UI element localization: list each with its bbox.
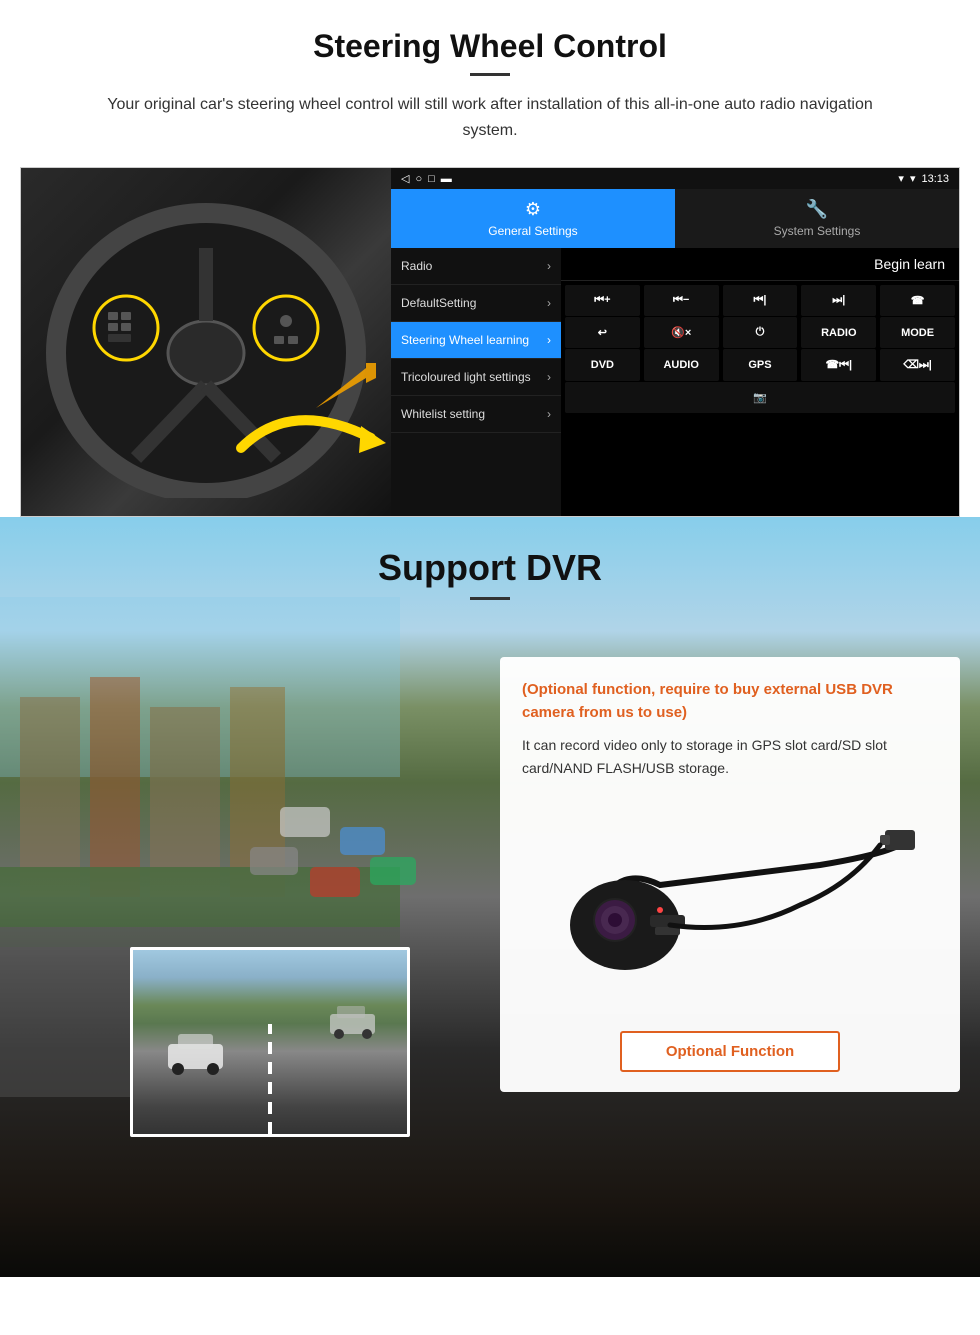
radio-button[interactable]: RADIO [801, 317, 876, 348]
settings-icon: ⚙ [525, 199, 541, 220]
control-button-grid: ⏮+ ⏮− ⏮| ⏭| ☎ ↩ 🔇× ⏻ RADIO MODE [561, 281, 959, 516]
status-time: 13:13 [921, 173, 949, 185]
menu-item-radio[interactable]: Radio › [391, 248, 561, 285]
ctrl-row-1: ⏮+ ⏮− ⏮| ⏭| ☎ [565, 285, 955, 316]
right-panel: Begin learn ⏮+ ⏮− ⏮| ⏭| ☎ ↩ 🔇× [561, 248, 959, 516]
audio-button[interactable]: AUDIO [644, 349, 719, 381]
tab-general-label: General Settings [488, 224, 577, 238]
menu-item-default-setting[interactable]: DefaultSetting › [391, 285, 561, 322]
android-ui: ◁ ○ □ ▬ ▾ ▾ 13:13 ⚙ General Settings 🔧 S… [391, 168, 959, 516]
vol-minus-button[interactable]: ⏮− [644, 285, 719, 316]
page-title: Steering Wheel Control [0, 0, 980, 73]
power-button[interactable]: ⏻ [723, 317, 798, 348]
menu-radio-label: Radio [401, 259, 432, 273]
dvr-inset-photo [130, 947, 410, 1137]
back-icon: ◁ [401, 172, 409, 185]
call-prev-button[interactable]: ☎⏮| [801, 349, 876, 381]
next-button[interactable]: ⏭| [801, 285, 876, 316]
tab-general-settings[interactable]: ⚙ General Settings [391, 189, 675, 248]
recents-icon: □ [428, 173, 435, 185]
signal-icon: ▾ [898, 172, 904, 185]
mute-button[interactable]: 🔇× [644, 317, 719, 348]
status-bar: ◁ ○ □ ▬ ▾ ▾ 13:13 [391, 168, 959, 189]
inset-car-svg [163, 1024, 243, 1084]
begin-learn-row: Begin learn [561, 248, 959, 281]
gps-button[interactable]: GPS [723, 349, 798, 381]
title-divider [470, 73, 510, 76]
dvr-title: Support DVR [0, 517, 980, 597]
back-call-button[interactable]: ↩ [565, 317, 640, 348]
steering-photo [21, 168, 391, 517]
chevron-right-icon: › [547, 296, 551, 310]
begin-learn-button[interactable]: Begin learn [874, 256, 945, 272]
menu-icon: ▬ [441, 173, 452, 185]
chevron-right-icon: › [547, 407, 551, 421]
system-icon: 🔧 [806, 199, 828, 220]
menu-whitelist-label: Whitelist setting [401, 407, 485, 421]
chevron-right-icon: › [547, 333, 551, 347]
camera-shortcut-button[interactable]: 📷 [565, 382, 955, 413]
home-icon: ○ [415, 173, 422, 185]
wifi-icon: ▾ [910, 172, 916, 185]
steering-demo: ◁ ○ □ ▬ ▾ ▾ 13:13 ⚙ General Settings 🔧 S… [20, 167, 960, 517]
ctrl-row-2: ↩ 🔇× ⏻ RADIO MODE [565, 317, 955, 348]
status-right: ▾ ▾ 13:13 [898, 172, 949, 185]
tab-system-label: System Settings [774, 224, 861, 238]
menu-steering-label: Steering Wheel learning [401, 333, 529, 347]
dvr-camera-image [522, 795, 938, 1015]
road-center-line [268, 1024, 272, 1134]
left-menu: Radio › DefaultSetting › Steering Wheel … [391, 248, 561, 516]
chevron-right-icon: › [547, 370, 551, 384]
menu-default-label: DefaultSetting [401, 296, 476, 310]
menu-item-tricoloured[interactable]: Tricoloured light settings › [391, 359, 561, 396]
dvr-optional-text: (Optional function, require to buy exter… [522, 679, 938, 724]
nav-icons: ◁ ○ □ ▬ [401, 172, 452, 185]
menu-item-whitelist[interactable]: Whitelist setting › [391, 396, 561, 433]
dvr-camera-svg [540, 805, 920, 1005]
inset-car2-svg [327, 999, 387, 1044]
tab-bar: ⚙ General Settings 🔧 System Settings [391, 189, 959, 248]
dvr-title-divider [470, 597, 510, 600]
dvr-info-card: (Optional function, require to buy exter… [500, 657, 960, 1092]
vol-plus-button[interactable]: ⏮+ [565, 285, 640, 316]
ctrl-row-3: DVD AUDIO GPS ☎⏮| ⌫⏭| [565, 349, 955, 381]
dvr-section: Support DVR (Optional function, require … [0, 517, 980, 1277]
optional-function-button[interactable]: Optional Function [620, 1031, 840, 1072]
del-next-button[interactable]: ⌫⏭| [880, 349, 955, 381]
dvr-description: It can record video only to storage in G… [522, 734, 938, 779]
arrow-icon [231, 388, 391, 488]
section-subtitle: Your original car's steering wheel contr… [80, 92, 900, 143]
ctrl-row-4: 📷 [565, 382, 955, 413]
dvd-button[interactable]: DVD [565, 349, 640, 381]
mode-button[interactable]: MODE [880, 317, 955, 348]
chevron-right-icon: › [547, 259, 551, 273]
prev-button[interactable]: ⏮| [723, 285, 798, 316]
tab-system-settings[interactable]: 🔧 System Settings [675, 189, 959, 248]
dvr-road-scene [133, 950, 407, 1134]
menu-tricoloured-label: Tricoloured light settings [401, 370, 531, 384]
content-area: Radio › DefaultSetting › Steering Wheel … [391, 248, 959, 516]
menu-item-steering-wheel[interactable]: Steering Wheel learning › [391, 322, 561, 359]
call-button[interactable]: ☎ [880, 285, 955, 316]
